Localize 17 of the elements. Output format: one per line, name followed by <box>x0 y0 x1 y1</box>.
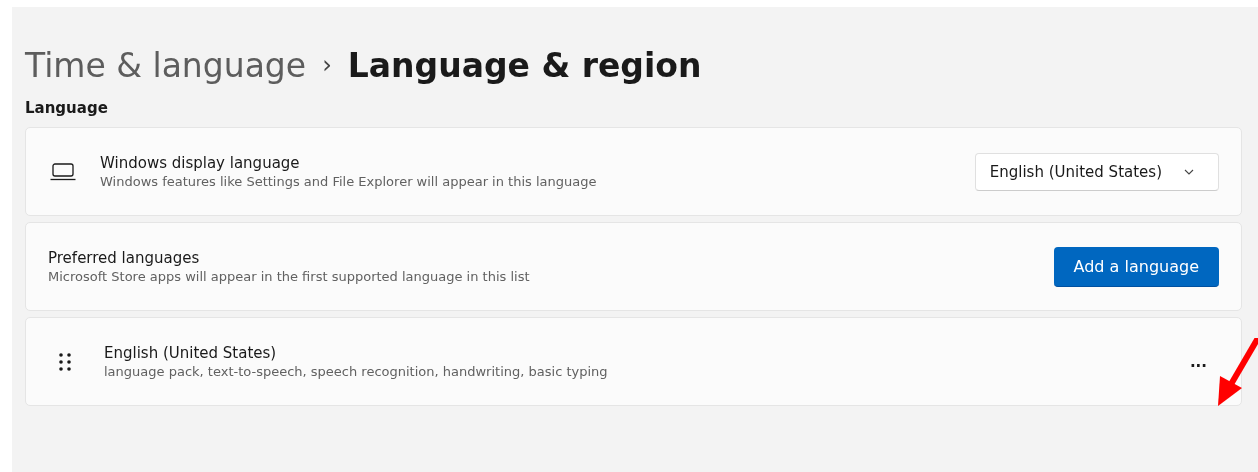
breadcrumb-link[interactable]: Time & language <box>25 45 307 85</box>
section-title: Language <box>25 99 109 117</box>
laptop-icon <box>50 162 76 181</box>
page-title: Language & region <box>347 45 702 85</box>
setting-description: Microsoft Store apps will appear in the first supported language in this list <box>48 269 531 284</box>
setting-description: Windows features like Settings and File Explorer will appear in this language <box>100 174 598 189</box>
setting-title: Windows display language <box>100 154 301 172</box>
setting-title: English (United States) <box>104 344 278 362</box>
breadcrumb-separator: › <box>322 51 332 79</box>
drag-handle-icon[interactable] <box>58 351 72 372</box>
add-language-button[interactable]: Add a language <box>1053 246 1219 287</box>
annotation-arrow <box>1218 338 1258 408</box>
more-options-button[interactable]: ... <box>1185 348 1211 375</box>
chevron-down-icon <box>1184 168 1194 175</box>
language-dropdown[interactable]: English (United States) <box>974 152 1219 191</box>
setting-title: Preferred languages <box>48 249 201 267</box>
setting-description: language pack, text-to-speech, speech recognition, handwriting, basic typing <box>104 364 609 379</box>
